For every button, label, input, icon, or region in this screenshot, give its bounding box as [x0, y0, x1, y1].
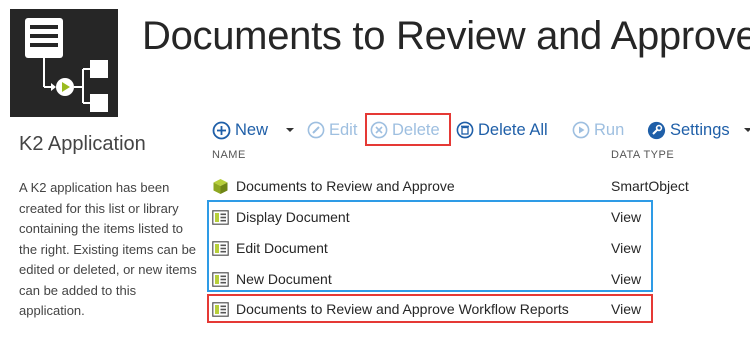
- run-button[interactable]: Run: [572, 117, 624, 143]
- sidebar-description: A K2 application has been created for th…: [19, 180, 197, 318]
- table-row[interactable]: Edit Document View: [212, 233, 692, 263]
- row-name: Edit Document: [236, 240, 328, 256]
- table-row[interactable]: Display Document View: [212, 202, 692, 232]
- workflow-app-icon: [25, 18, 108, 112]
- table-row[interactable]: Documents to Review and Approve SmartObj…: [212, 171, 692, 201]
- view-icon: [212, 271, 229, 288]
- smartobject-icon: [212, 178, 229, 195]
- row-type: View: [611, 271, 642, 287]
- trash-circle-icon: [456, 121, 474, 139]
- edit-button[interactable]: Edit: [307, 117, 357, 143]
- table-row[interactable]: Documents to Review and Approve Workflow…: [212, 295, 692, 323]
- row-type: View: [611, 301, 642, 317]
- row-name: Documents to Review and Approve: [236, 178, 455, 194]
- row-name: Documents to Review and Approve Workflow…: [236, 301, 569, 317]
- new-button-label: New: [235, 120, 269, 139]
- row-type: SmartObject: [611, 178, 689, 194]
- delete-highlight-box: [365, 113, 451, 146]
- view-icon: [212, 240, 229, 257]
- edit-button-label: Edit: [329, 120, 358, 139]
- settings-button[interactable]: Settings: [647, 117, 730, 143]
- column-header-name: NAME: [212, 149, 246, 161]
- row-name: Display Document: [236, 209, 350, 225]
- wrench-circle-icon: [647, 121, 666, 139]
- column-header-data-type: DATA TYPE: [611, 149, 675, 161]
- run-button-label: Run: [594, 120, 625, 139]
- row-name: New Document: [236, 271, 332, 287]
- play-circle-icon: [572, 121, 590, 139]
- row-type: View: [611, 240, 642, 256]
- new-button[interactable]: New: [212, 117, 268, 143]
- sidebar-heading: K2 Application: [19, 133, 146, 155]
- row-type: View: [611, 209, 642, 225]
- app-logo: [10, 9, 118, 117]
- page-title: Documents to Review and Approve: [142, 14, 750, 58]
- view-icon: [212, 301, 229, 318]
- delete-all-button-label: Delete All: [478, 120, 548, 139]
- plus-circle-icon: [212, 121, 231, 139]
- settings-dropdown-toggle[interactable]: [744, 117, 750, 143]
- table-row[interactable]: New Document View: [212, 264, 692, 294]
- settings-button-label: Settings: [670, 120, 730, 139]
- view-icon: [212, 209, 229, 226]
- pencil-circle-icon: [307, 121, 325, 139]
- caret-down-icon: [286, 128, 294, 132]
- caret-down-icon: [744, 128, 750, 132]
- delete-all-button[interactable]: Delete All: [456, 117, 548, 143]
- new-dropdown-toggle[interactable]: [286, 117, 294, 143]
